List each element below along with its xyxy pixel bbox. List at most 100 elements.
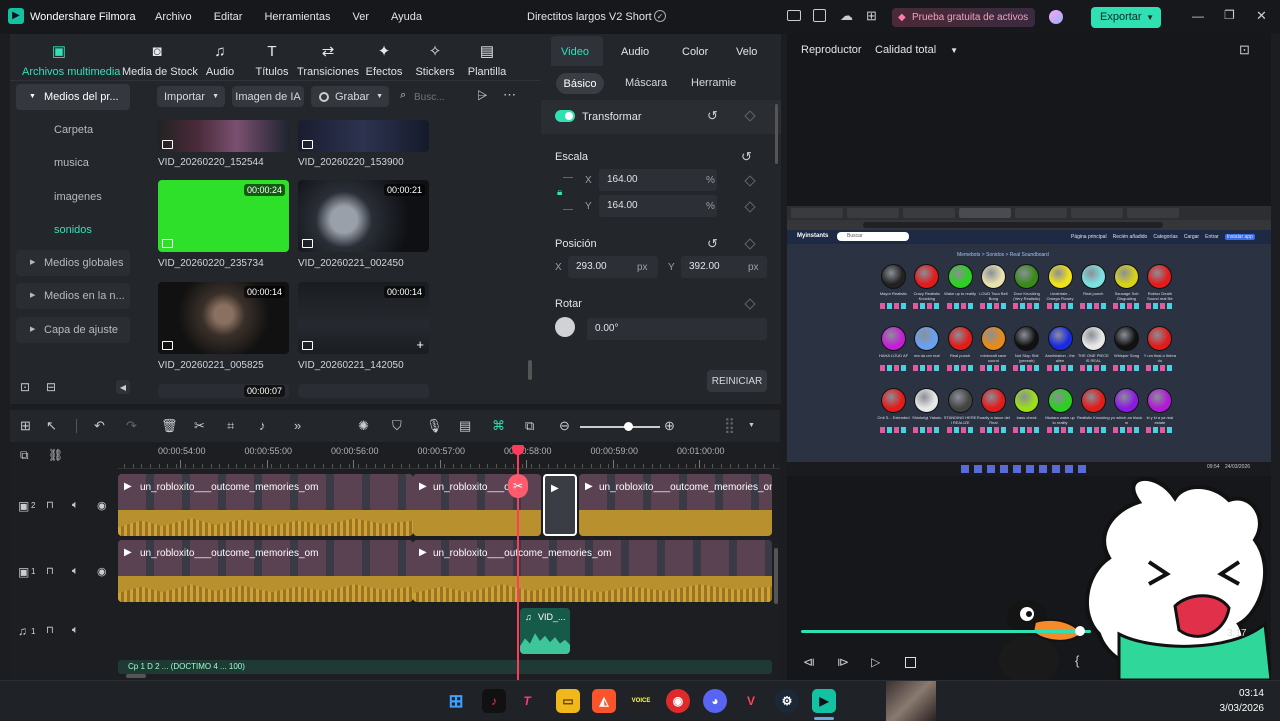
monitor-icon[interactable] xyxy=(787,10,801,21)
tab-color[interactable]: Color xyxy=(682,46,708,58)
audio-beat-icon[interactable]: ♪ xyxy=(259,418,266,433)
record-dropdown[interactable]: Grabar ▼ xyxy=(311,86,389,107)
pip-icon[interactable]: ⧉ xyxy=(525,418,534,434)
speaker-icon[interactable]: 🔈︎ xyxy=(72,565,79,578)
sidebar-group-medios-en-la-nube[interactable]: ▶ Medios en la n... xyxy=(16,283,130,309)
media-thumbnail[interactable]: 00:00:14 + xyxy=(298,282,429,354)
keyframe-diamond-icon[interactable] xyxy=(744,175,756,187)
layout-grid-icon[interactable]: ⊞ xyxy=(20,418,31,434)
preview-video-frame[interactable]: Myinstants Buscar Página principal Recién… xyxy=(787,206,1271,476)
sidebar-group-capa-de-ajuste[interactable]: ▶ Capa de ajuste xyxy=(16,317,130,343)
timeline-vertical-scrollbar[interactable] xyxy=(774,548,778,604)
minimize-icon[interactable]: — xyxy=(1192,9,1204,23)
menu-archivo[interactable]: Archivo xyxy=(155,11,192,23)
sound-button[interactable]: Not Stop Shit (yeeeah) xyxy=(1010,324,1043,386)
link-icon[interactable]: ⛓ xyxy=(48,448,63,462)
more-options-icon[interactable]: ⋯ xyxy=(503,87,516,103)
scale-x-input[interactable]: 164.00 xyxy=(599,169,717,191)
discord-icon[interactable]: ◕ xyxy=(703,689,727,713)
rotate-input[interactable]: 0.00° xyxy=(587,318,767,340)
play-icon[interactable]: ▷ xyxy=(871,655,880,669)
anydesk-icon[interactable]: ◉ xyxy=(666,689,690,713)
save-icon[interactable] xyxy=(813,9,826,22)
menu-herramientas[interactable]: Herramientas xyxy=(264,11,330,23)
sound-button[interactable]: ki y ki a ya real estate xyxy=(1143,386,1176,448)
sound-button[interactable]: Y um final a ñebra du xyxy=(1143,324,1176,386)
sound-button[interactable]: ma da um real xyxy=(910,324,943,386)
sound-button[interactable]: Annihilation - the alien xyxy=(1044,324,1077,386)
media-thumbnail[interactable]: 00:00:14 xyxy=(158,282,289,354)
sound-button[interactable]: Shinkeigi Yakuto xyxy=(910,386,943,448)
lock-icon[interactable]: ⊓ xyxy=(46,500,54,511)
tab-archivos-multimedia[interactable]: ▣ Archivos multimedia xyxy=(22,42,120,78)
sound-button[interactable]: Onii S... Extended xyxy=(877,386,910,448)
file-explorer-icon[interactable]: ▭ xyxy=(556,689,580,713)
sound-button[interactable]: Door Knocking (Very Realistic) xyxy=(1010,262,1043,324)
rotation-dial[interactable] xyxy=(555,317,575,337)
sound-button[interactable]: Realistic Knocking xyxy=(1077,386,1110,448)
snap-magnet-icon[interactable]: ⌘ xyxy=(492,418,505,434)
sound-button[interactable]: Madara wake up to reality xyxy=(1044,386,1077,448)
sidebar-item-imagenes[interactable]: imagenes xyxy=(16,184,130,210)
microphone-icon[interactable]: 🎙︎ xyxy=(426,418,443,434)
sound-button[interactable]: HAHA LOUD AF xyxy=(877,324,910,386)
sound-button[interactable]: Mayor Realistic xyxy=(877,262,910,324)
reset-button[interactable]: REINICIAR xyxy=(707,370,767,392)
speed-ramp-icon[interactable]: ✺ xyxy=(358,418,369,434)
next-frame-icon[interactable]: ⧐ xyxy=(837,655,849,669)
sound-button[interactable]: THE ONE PIECE IS REAL xyxy=(1077,324,1110,386)
sound-button[interactable]: STANDING HERE I REALIZE xyxy=(944,386,977,448)
tab-plantilla[interactable]: ▤ Plantilla xyxy=(452,42,522,78)
tab-velocidad[interactable]: Velo xyxy=(736,46,757,58)
minimized-window-thumbnail[interactable] xyxy=(886,681,936,721)
tiktok-icon[interactable]: ♪ xyxy=(482,689,506,713)
keyframe-diamond-icon[interactable] xyxy=(744,201,756,213)
sound-button[interactable]: Sausage Sob Disgusting xyxy=(1110,262,1143,324)
menu-editar[interactable]: Editar xyxy=(214,11,243,23)
sound-button[interactable]: yo which an black m xyxy=(1110,386,1143,448)
timeline-horizontal-scrollbar[interactable] xyxy=(126,674,146,678)
previous-frame-icon[interactable]: ⧏ xyxy=(803,655,815,669)
snapshot-icon[interactable]: ⊡ xyxy=(1239,42,1250,58)
speaker-icon[interactable]: 🔈︎ xyxy=(72,624,79,637)
windows-start-icon[interactable]: ⊞ xyxy=(444,689,468,713)
reset-icon[interactable]: ↺ xyxy=(707,108,718,124)
sound-button[interactable]: minecraft cave sound xyxy=(977,324,1010,386)
grid-apps-icon[interactable]: ⊞ xyxy=(866,8,877,24)
collapse-panel-icon[interactable]: ◀ xyxy=(116,380,130,394)
video-clip[interactable]: ▶ un_robloxito___outcome_memories_om xyxy=(118,474,413,536)
track-settings-icon[interactable]: ⣿ xyxy=(724,416,735,434)
video-clip[interactable]: ▶ un_robloxito___outcome_memories_om xyxy=(118,540,413,602)
lock-icon[interactable]: ⊓ xyxy=(46,566,54,577)
video-clip-selected[interactable]: ▶ xyxy=(543,474,577,536)
close-icon[interactable]: ✕ xyxy=(1256,8,1267,24)
playhead-split-scissors-icon[interactable]: ✂ xyxy=(508,474,528,498)
lock-icon[interactable]: ⊓ xyxy=(46,625,54,636)
video-clip[interactable]: ▶ un_robloxito___outcome_memories_om xyxy=(413,540,772,602)
cloud-icon[interactable]: ☁ xyxy=(840,8,853,24)
sidebar-group-medios-globales[interactable]: ▶ Medios globales xyxy=(16,250,130,276)
speaker-icon[interactable]: 🔈︎ xyxy=(72,499,79,512)
media-thumbnail[interactable] xyxy=(298,120,429,152)
media-thumbnail[interactable] xyxy=(158,120,289,152)
timeline-ruler[interactable]: 00:00:54:00 00:00:55:00 00:00:56:00 00:00:5… xyxy=(118,443,780,469)
sound-button[interactable]: Whisper Song xyxy=(1110,324,1143,386)
chevron-down-icon[interactable]: ▼ xyxy=(748,422,755,429)
crop-icon[interactable]: ⌗ xyxy=(227,418,234,434)
zoom-slider[interactable] xyxy=(580,426,660,428)
new-folder-icon[interactable]: ⊡ xyxy=(20,380,30,394)
playback-progress-handle[interactable] xyxy=(1075,626,1085,636)
sound-button[interactable]: Wake up to reality xyxy=(944,262,977,324)
sound-button[interactable]: Real punch xyxy=(1077,262,1110,324)
media-scrollbar[interactable] xyxy=(528,360,532,380)
zoom-out-icon[interactable]: ⊖ xyxy=(559,418,570,434)
sound-button[interactable]: LOUD Taco Bell Bong xyxy=(977,262,1010,324)
keyframe-diamond-icon[interactable] xyxy=(744,298,756,310)
sidebar-item-sonidos[interactable]: sonidos xyxy=(16,217,130,243)
reset-icon[interactable]: ↺ xyxy=(741,149,752,165)
subtab-herramientas[interactable]: Herramie xyxy=(691,77,736,89)
reset-icon[interactable]: ↺ xyxy=(707,236,718,252)
folder-import-icon[interactable]: ⊟ xyxy=(46,380,56,394)
typora-t-icon[interactable]: T xyxy=(515,689,539,713)
zoom-in-icon[interactable]: ⊕ xyxy=(664,418,675,434)
